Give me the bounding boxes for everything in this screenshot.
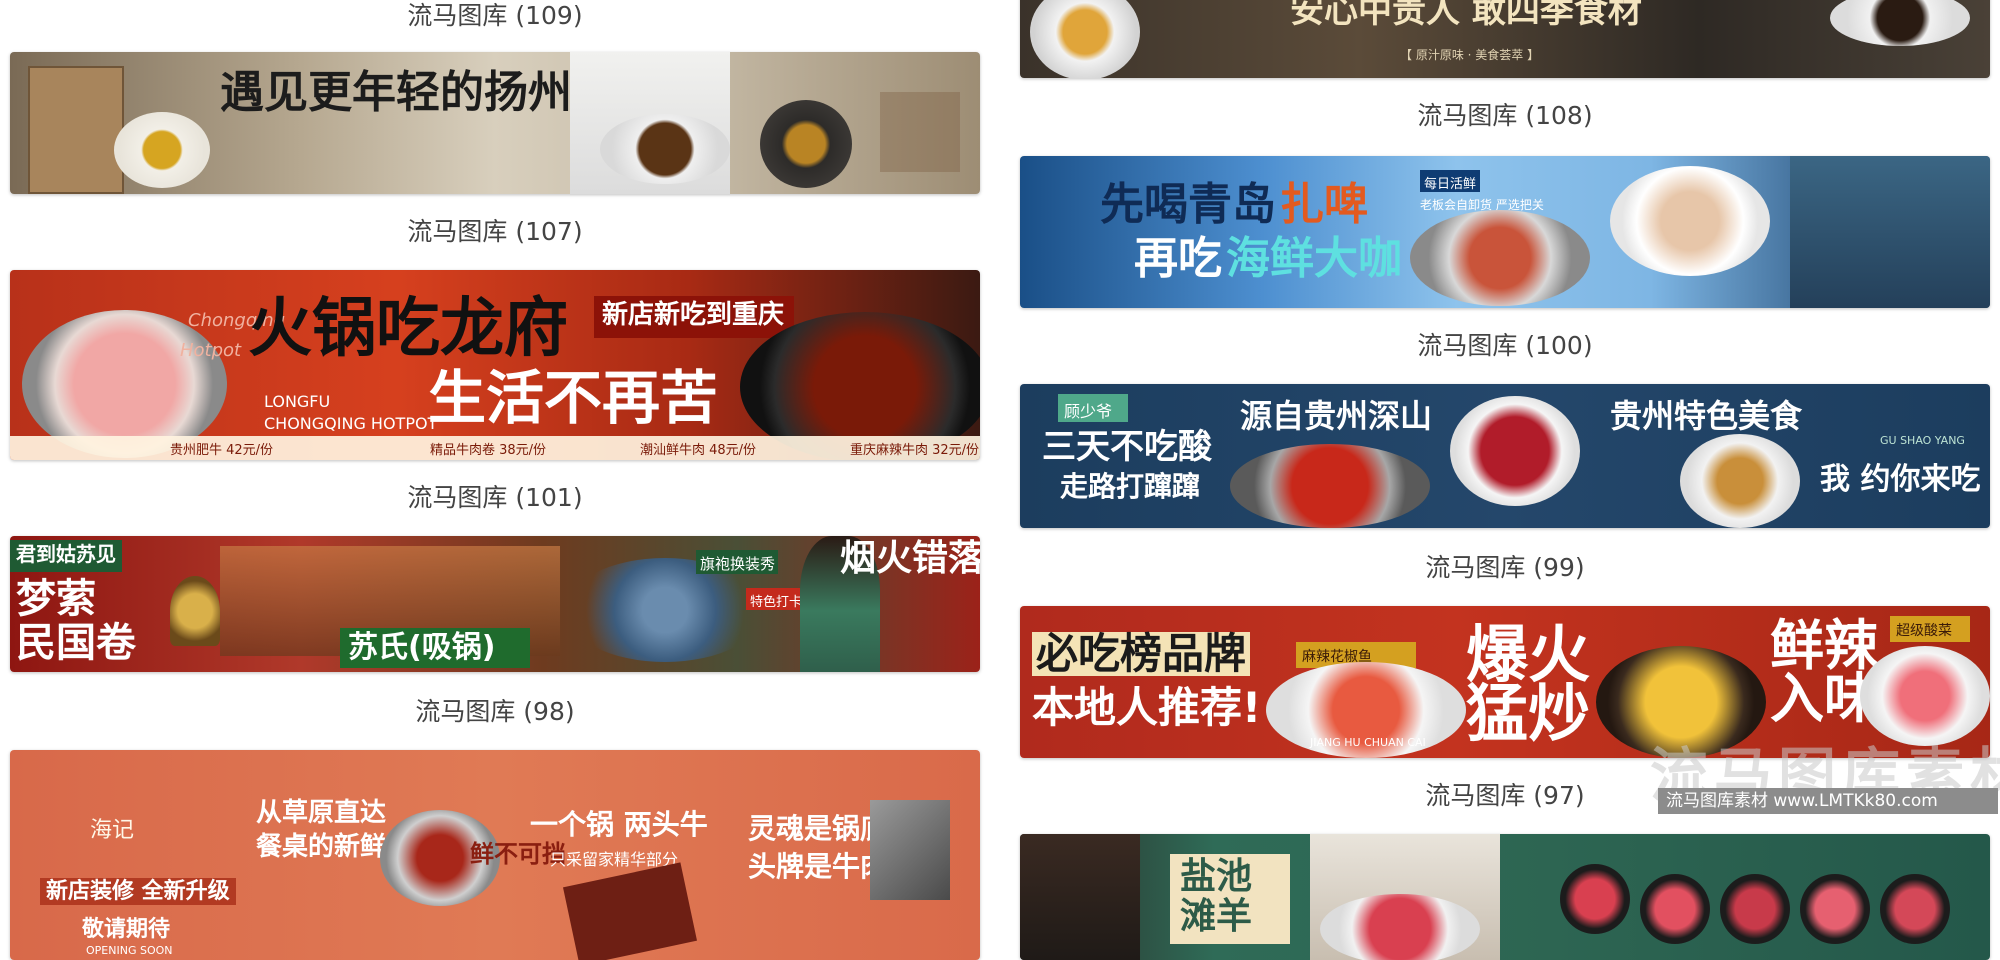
banner-title: 火锅吃龙府 [248, 292, 568, 366]
banner-tag: 新店新吃到重庆 [602, 300, 785, 330]
hotpot-image [1230, 444, 1430, 528]
banner-title-line1: 梦萦 [16, 576, 96, 622]
banner-image-101[interactable]: Chongqing Hotpot 火锅吃龙府 新店新吃到重庆 LONGFU CH… [10, 270, 980, 460]
headline-1: 从草原直达 [256, 798, 387, 828]
left-slogan-2: 走路打蹿蹿 [1060, 470, 1201, 503]
oyster-plate [1610, 166, 1770, 276]
tag-label: 超级酸菜 [1896, 623, 1952, 639]
headline-line2b: 海鲜大咖 [1226, 233, 1402, 284]
banner-image-96[interactable]: 海记 新店装修 全新升级 敬请期待 OPENING SOON 从草原直达 餐桌的… [10, 750, 980, 960]
banner-slogan: 烟火错落 [840, 538, 980, 579]
dish-image [600, 114, 730, 184]
tag-label: 特色打卡 [750, 595, 803, 610]
corner-tag: 君到姑苏见 [16, 542, 116, 566]
seafood-platter [1410, 210, 1590, 306]
tag-label: 旗袍换装秀 [700, 555, 776, 573]
headline-line2a: 再吃 [1134, 233, 1222, 284]
headline-line1a: 先喝青岛 [1100, 179, 1276, 230]
right-headline-1: 灵魂是锅底 [748, 812, 889, 845]
pavilion [880, 92, 960, 172]
banner-subtitle: 生活不再苦 [428, 364, 719, 432]
meat-plate [1320, 894, 1480, 960]
brand-name: 顾少爷 [1064, 402, 1113, 421]
price-item: 潮汕鲜牛肉 48元/份 [640, 443, 757, 458]
brand-english: GU SHAO YANG [1880, 434, 1965, 447]
banner-image-99[interactable]: 顾少爷 三天不吃酸 走路打蹿蹿 源自贵州深山 贵州特色美食 我 约你来吃 GU … [1020, 384, 1990, 528]
english-line: JIANG HU CHUAN CAI [1310, 736, 1426, 749]
price-item: 精品牛肉卷 38元/份 [430, 443, 547, 458]
meat-plate [1640, 874, 1710, 944]
noodle-bowl [1680, 434, 1800, 528]
meat-plate [1560, 864, 1630, 934]
banner-subtitle: 【 原汁原味 · 美食荟萃 】 [1400, 48, 1540, 62]
banner-title-2: 滩羊 [1180, 896, 1253, 937]
banner-image-108[interactable]: 安心中贵人 敢四季食材 【 原汁原味 · 美食荟萃 】 [1020, 0, 1990, 78]
caption-109[interactable]: 流马图库 (109) [10, 0, 980, 32]
left-slogan-1: 必吃榜品牌 [1032, 631, 1251, 677]
market-photo [1790, 156, 1990, 308]
right-slogan: 贵州特色美食 [1610, 397, 1803, 435]
headline-2: 餐桌的新鲜 [256, 832, 387, 862]
left-slogan-2: 本地人推荐! [1032, 683, 1262, 732]
meat-plate [1450, 396, 1580, 506]
meat-plate [1720, 874, 1790, 944]
caption-98[interactable]: 流马图库 (98) [10, 692, 980, 728]
brand-name: 苏氏(吸锅) [348, 630, 496, 665]
headline-line1b: 扎啤 [1280, 179, 1368, 230]
english-line-1: LONGFU [264, 392, 331, 411]
banner-title: 安心中贵人 敢四季食材 [1290, 0, 1642, 31]
cleaver-image [870, 800, 950, 900]
right-headline-2: 头牌是牛肉 [748, 850, 889, 883]
price-item: 贵州肥牛 42元/份 [170, 443, 274, 458]
price-item: 重庆麻辣牛肉 32元/份 [850, 443, 980, 458]
tablecloth [1020, 834, 1140, 960]
dish-image [1030, 0, 1140, 78]
promo-line: 新店装修 全新升级 [40, 878, 236, 906]
wooden-box [28, 66, 124, 194]
mid-slogan: 爆火猛炒 [1466, 618, 1591, 750]
right-slogan-2: 我 约你来吃 [1820, 462, 1981, 497]
caption-101[interactable]: 流马图库 (101) [10, 478, 980, 514]
mid-headline: 一个锅 两头牛 [530, 808, 708, 841]
side-english-2: Hotpot [180, 340, 242, 361]
banner-image-100[interactable]: 先喝青岛 扎啤 再吃 海鲜大咖 每日活鲜 老板会自卸货 严选把关 [1020, 156, 1990, 308]
tag-label: 每日活鲜 [1424, 177, 1477, 192]
watermark-bar: 流马图库素材 www.LMTKk80.com [1658, 788, 1998, 814]
dish-image [1830, 0, 1970, 46]
brand-name: 海记 [90, 818, 135, 843]
banner-title-line2: 民国卷 [16, 620, 136, 666]
gramophone [170, 576, 220, 646]
english-line: OPENING SOON [86, 944, 173, 957]
caption-99[interactable]: 流马图库 (99) [1020, 548, 1990, 584]
dish-image [114, 112, 210, 188]
dish-image [760, 100, 852, 188]
beef-tray [562, 862, 698, 960]
mid-slogan: 源自贵州深山 [1240, 397, 1433, 435]
banner-image-95[interactable]: 盐池 滩羊 [1020, 834, 1990, 960]
meat-plate [1800, 874, 1870, 944]
banner-image-98[interactable]: 君到姑苏见 梦萦 民国卷 苏氏(吸锅) 旗袍换装秀 特色打卡 烟火错落 [10, 536, 980, 672]
banner-image-107[interactable]: 遇见更年轻的扬州 [10, 52, 980, 194]
english-line-2: CHONGQING HOTPOT [264, 414, 438, 433]
caption-107[interactable]: 流马图库 (107) [10, 212, 980, 248]
banner-title-1: 盐池 [1180, 856, 1253, 897]
caption-108[interactable]: 流马图库 (108) [1020, 96, 1990, 132]
meat-plate [1880, 874, 1950, 944]
promo-line: 敬请期待 [82, 917, 171, 942]
left-slogan-1: 三天不吃酸 [1042, 427, 1212, 467]
banner-title: 遇见更年轻的扬州 [220, 67, 572, 118]
caption-100[interactable]: 流马图库 (100) [1020, 326, 1990, 362]
